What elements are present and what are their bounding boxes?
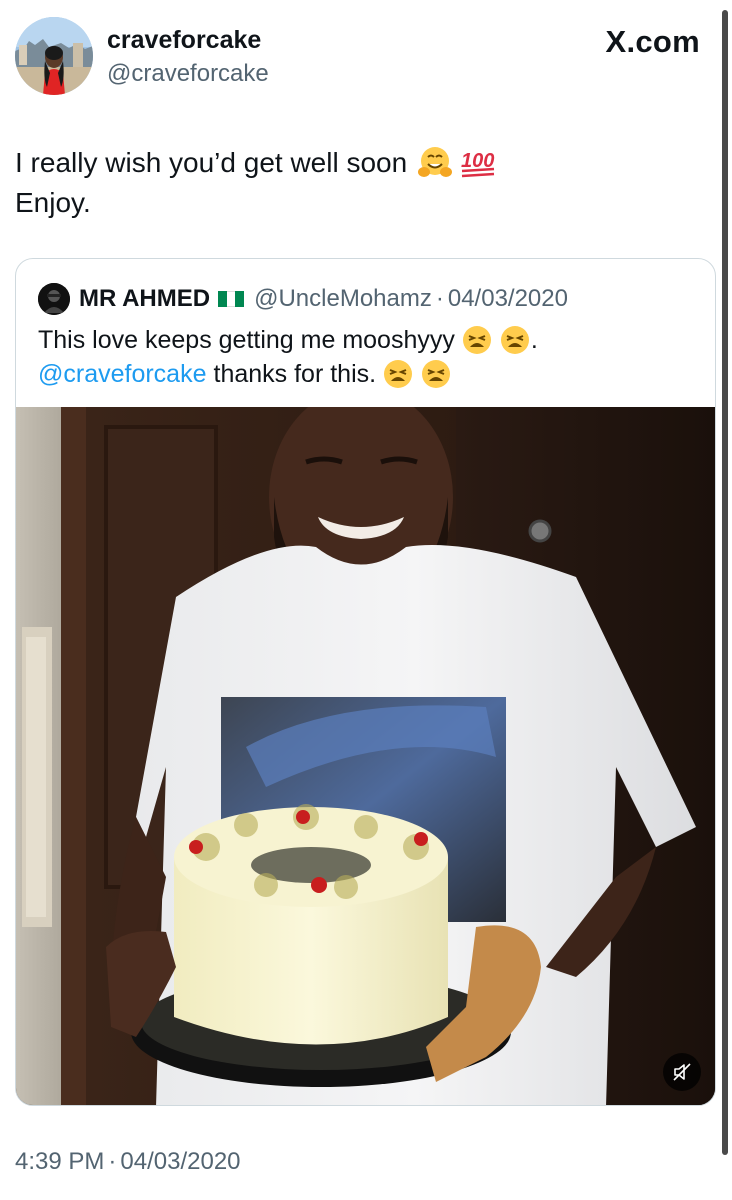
separator-dot: · [108, 1148, 117, 1175]
video-player[interactable] [16, 387, 715, 1105]
quoted-line-1: This love keeps getting me mooshyyy [38, 326, 455, 354]
tweet-time: 4:39 PM [15, 1148, 105, 1175]
separator-dot: · [435, 285, 444, 312]
weary-face-emoji-icon [420, 358, 452, 390]
quoted-tweet-card[interactable]: MR AHMED @UncleMohamz · 04/03/2020 This … [15, 258, 716, 1106]
tweet-line-1: I really wish you’d get well soon [15, 147, 408, 178]
quoted-line-2: thanks for this. [213, 360, 377, 388]
tweet-line-2: Enjoy. [15, 187, 91, 218]
quoted-tweet-header: MR AHMED @UncleMohamz · 04/03/2020 [38, 283, 568, 315]
x-logo-wordmark: X.com [605, 24, 700, 59]
quoted-tweet-date[interactable]: 04/03/2020 [448, 285, 568, 313]
nigeria-flag-icon [218, 291, 245, 307]
author-avatar[interactable] [15, 17, 93, 95]
quoted-line-1-end: . [530, 326, 538, 354]
author-display-name[interactable]: craveforcake [107, 26, 261, 55]
hundred-points-emoji-icon: 100 [459, 147, 497, 179]
author-handle[interactable]: @craveforcake [107, 60, 269, 88]
weary-face-emoji-icon [382, 358, 414, 390]
tweet-date: 04/03/2020 [120, 1148, 241, 1175]
hugging-face-emoji-icon [417, 145, 453, 181]
speaker-muted-icon [673, 1063, 691, 1081]
tweet-text: I really wish you’d get well soon 100 En… [15, 143, 655, 223]
tweet-screenshot: craveforcake @craveforcake X.com I reall… [0, 0, 732, 1200]
mute-toggle-button[interactable] [663, 1053, 701, 1091]
mention-link[interactable]: @craveforcake [38, 357, 207, 391]
tweet-timestamp[interactable]: 4:39 PM · 04/03/2020 [15, 1148, 241, 1176]
quoted-author-handle[interactable]: @UncleMohamz [254, 285, 432, 313]
weary-face-emoji-icon [461, 324, 493, 356]
weary-face-emoji-icon [499, 324, 531, 356]
quoted-author-avatar[interactable] [38, 283, 70, 315]
quoted-author-name[interactable]: MR AHMED [79, 285, 210, 313]
scrollbar[interactable] [722, 10, 728, 1155]
video-thumbnail [16, 387, 715, 1105]
quoted-tweet-text: This love keeps getting me mooshyyy . @c… [38, 323, 698, 391]
